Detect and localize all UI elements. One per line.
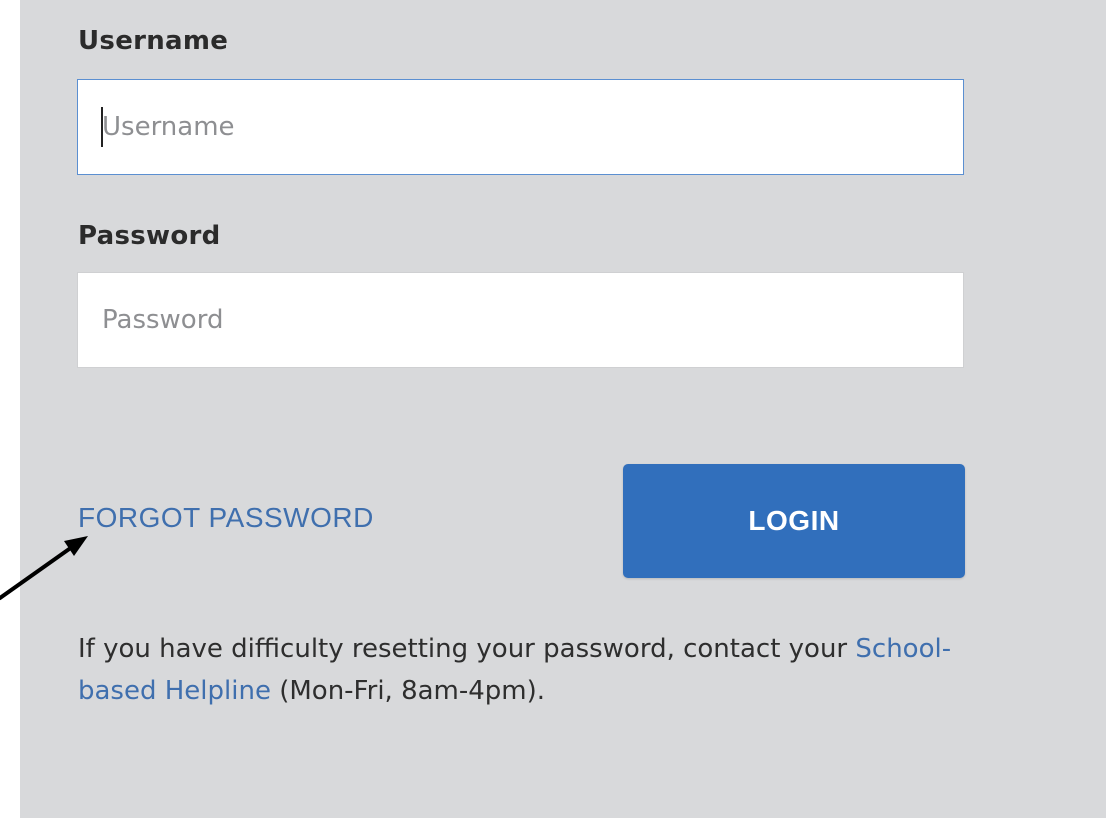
help-text-after: (Mon-Fri, 8am-4pm). [270, 676, 546, 706]
password-label: Password [78, 221, 221, 251]
forgot-password-link[interactable]: FORGOT PASSWORD [78, 502, 374, 534]
help-message: If you have difficulty resetting your pa… [78, 628, 958, 712]
help-text-before: If you have difficulty resetting your pa… [78, 634, 856, 664]
password-input[interactable] [77, 272, 964, 368]
text-cursor [101, 107, 103, 147]
username-input[interactable] [77, 79, 964, 175]
username-label: Username [78, 26, 229, 56]
login-button[interactable]: LOGIN [623, 464, 965, 578]
